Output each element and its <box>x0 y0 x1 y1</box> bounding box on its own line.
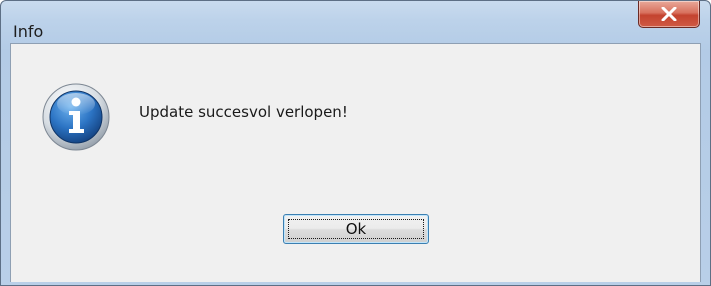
info-icon <box>41 82 111 152</box>
dialog-window: Info Update succesvol verlopen! Ok <box>0 0 711 286</box>
ok-button-label: Ok <box>345 220 367 238</box>
close-icon <box>661 7 677 21</box>
window-title: Info <box>13 22 44 41</box>
dialog-message: Update succesvol verlopen! <box>139 103 348 121</box>
dialog-content: Update succesvol verlopen! Ok <box>10 43 701 282</box>
title-bar[interactable]: Info <box>1 1 710 43</box>
close-button[interactable] <box>638 1 700 28</box>
ok-button[interactable]: Ok <box>283 214 429 244</box>
